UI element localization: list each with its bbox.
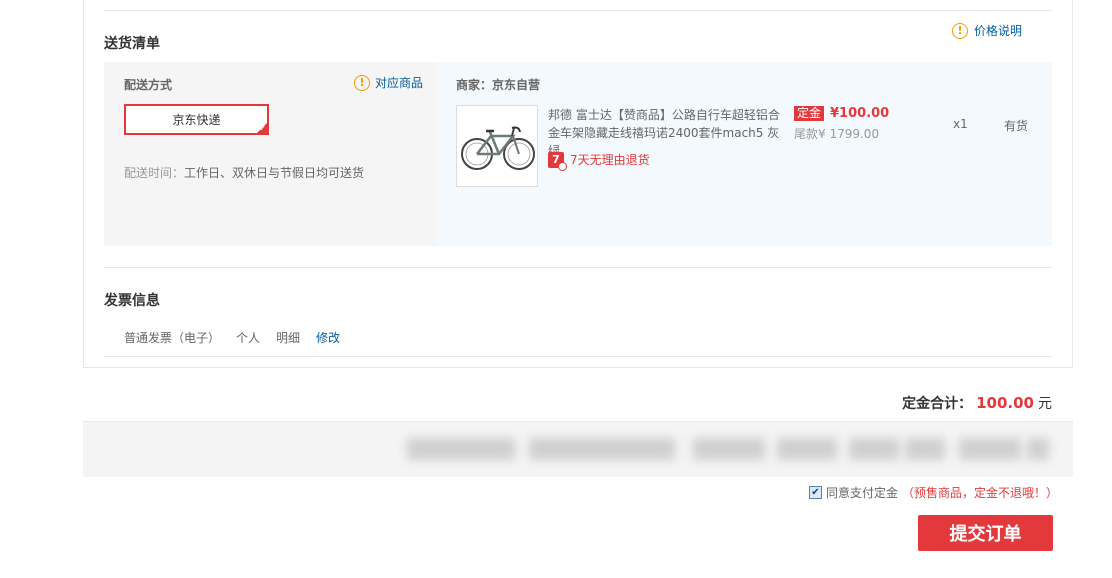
deposit-tag: 定金 <box>794 106 825 121</box>
redacted-text <box>905 438 945 460</box>
agreement-label[interactable]: 同意支付定金 <box>826 484 898 501</box>
divider <box>104 356 1052 357</box>
stock-status: 有货 <box>1004 119 1029 133</box>
balance-price: 尾款¥ 1799.00 <box>794 127 880 141</box>
invoice-content: 明细 <box>276 331 301 345</box>
submit-order-button[interactable]: 提交订单 <box>918 515 1053 551</box>
deposit-total: 定金合计： 100.00 元 <box>902 393 1052 413</box>
product-image[interactable] <box>456 105 538 187</box>
shipping-section-title: 送货清单 <box>104 36 160 52</box>
match-goods-link[interactable]: ! 对应商品 <box>354 74 423 91</box>
redacted-text <box>693 438 765 460</box>
checkmark-corner-icon: ✓ <box>259 124 266 133</box>
shipping-method-label: 配送方式 <box>124 78 173 92</box>
redacted-text <box>849 438 899 460</box>
warning-circle-icon: ! <box>354 74 370 91</box>
bicycle-image <box>461 126 535 170</box>
redacted-text <box>777 438 837 460</box>
seven-day-return-icon: 7 <box>548 151 567 171</box>
checkbox-checked-icon[interactable]: ✔ <box>808 486 822 499</box>
seller-label: 商家：京东自营 <box>456 78 541 92</box>
quantity: x1 <box>953 117 968 131</box>
invoice-title: 个人 <box>236 331 261 345</box>
redacted-text <box>529 438 675 460</box>
deposit-total-label: 定金合计： <box>902 396 973 412</box>
redacted-text <box>407 438 515 460</box>
divider <box>104 10 1052 11</box>
deposit-agreement: ✔ 同意支付定金 （预售商品，定金不退哦！） <box>808 484 1058 501</box>
warning-circle-icon: ! <box>952 22 968 39</box>
invoice-edit-link[interactable]: 修改 <box>316 329 340 346</box>
agreement-warning: （预售商品，定金不退哦！） <box>901 486 1058 500</box>
shipping-time-label: 配送时间： <box>124 166 185 180</box>
price-note-label[interactable]: 价格说明 <box>974 22 1022 39</box>
deposit-total-unit: 元 <box>1038 396 1052 412</box>
return-policy-label: 7天无理由退货 <box>570 153 650 167</box>
invoice-info: 普通发票（电子） 个人 明细 修改 <box>124 329 340 346</box>
invoice-type: 普通发票（电子） <box>124 331 221 345</box>
shipping-time-value: 工作日、双休日与节假日均可送货 <box>184 166 365 180</box>
address-bar-redacted <box>83 421 1073 477</box>
express-option-label: 京东快递 <box>172 113 221 127</box>
redacted-text <box>959 438 1021 460</box>
deposit-total-amount: 100.00 <box>976 394 1034 412</box>
invoice-section-title: 发票信息 <box>104 293 160 309</box>
match-goods-label[interactable]: 对应商品 <box>375 74 423 91</box>
deposit-price: ¥100.00 <box>830 106 890 121</box>
express-option-button[interactable]: 京东快递 ✓ <box>124 104 269 135</box>
redacted-text <box>1027 438 1049 460</box>
return-policy: 7 7天无理由退货 <box>548 151 650 171</box>
shipping-time: 配送时间：工作日、双休日与节假日均可送货 <box>124 164 364 181</box>
divider <box>104 267 1052 268</box>
price-note-link[interactable]: ! 价格说明 <box>952 22 1022 39</box>
deposit-price-row: 定金 ¥100.00 <box>794 106 889 121</box>
